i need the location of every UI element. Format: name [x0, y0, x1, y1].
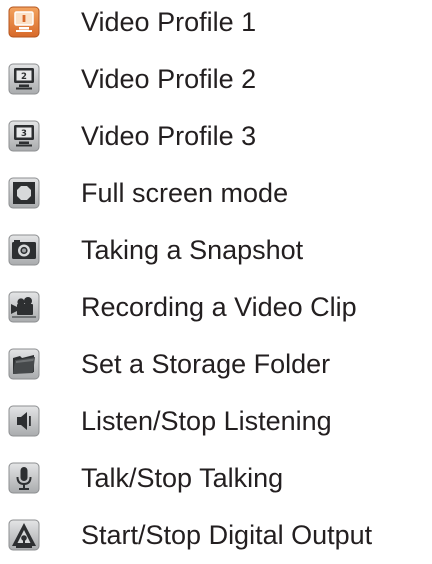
- legend-label: Listen/Stop Listening: [81, 406, 332, 436]
- legend-label: Video Profile 2: [81, 64, 257, 94]
- snapshot-camera-icon[interactable]: [8, 234, 40, 266]
- full-screen-icon[interactable]: [8, 177, 40, 209]
- legend-label: Taking a Snapshot: [81, 235, 304, 265]
- digital-output-icon[interactable]: [8, 519, 40, 551]
- legend-label: Full screen mode: [81, 178, 289, 208]
- folder-icon[interactable]: [8, 348, 40, 380]
- legend-row-listen: Listen/Stop Listening: [0, 399, 432, 443]
- svg-text:2: 2: [21, 72, 27, 82]
- legend-label: Talk/Stop Talking: [81, 463, 284, 493]
- legend-label: Video Profile 3: [81, 121, 257, 151]
- icon-legend-list: Video Profile 1 2 Video Profile 2 3 Vide…: [0, 0, 432, 564]
- legend-row-storage-folder: Set a Storage Folder: [0, 342, 432, 386]
- legend-row-record-video: Recording a Video Clip: [0, 285, 432, 329]
- legend-row-talk: Talk/Stop Talking: [0, 456, 432, 500]
- video-profile-3-icon[interactable]: 3: [8, 120, 40, 152]
- speaker-icon[interactable]: [8, 405, 40, 437]
- microphone-icon[interactable]: [8, 462, 40, 494]
- legend-label: Video Profile 1: [81, 7, 257, 37]
- legend-row-video-profile-3: 3 Video Profile 3: [0, 114, 432, 158]
- legend-row-video-profile-1: Video Profile 1: [0, 0, 432, 44]
- video-profile-2-icon[interactable]: 2: [8, 63, 40, 95]
- legend-row-snapshot: Taking a Snapshot: [0, 228, 432, 272]
- legend-row-full-screen: Full screen mode: [0, 171, 432, 215]
- legend-label: Set a Storage Folder: [81, 349, 331, 379]
- legend-row-digital-output: Start/Stop Digital Output: [0, 513, 432, 557]
- video-camera-icon[interactable]: [8, 291, 40, 323]
- legend-label: Start/Stop Digital Output: [81, 520, 373, 550]
- legend-label: Recording a Video Clip: [81, 292, 357, 322]
- svg-text:3: 3: [21, 129, 27, 139]
- legend-row-video-profile-2: 2 Video Profile 2: [0, 57, 432, 101]
- video-profile-1-icon[interactable]: [8, 6, 40, 38]
